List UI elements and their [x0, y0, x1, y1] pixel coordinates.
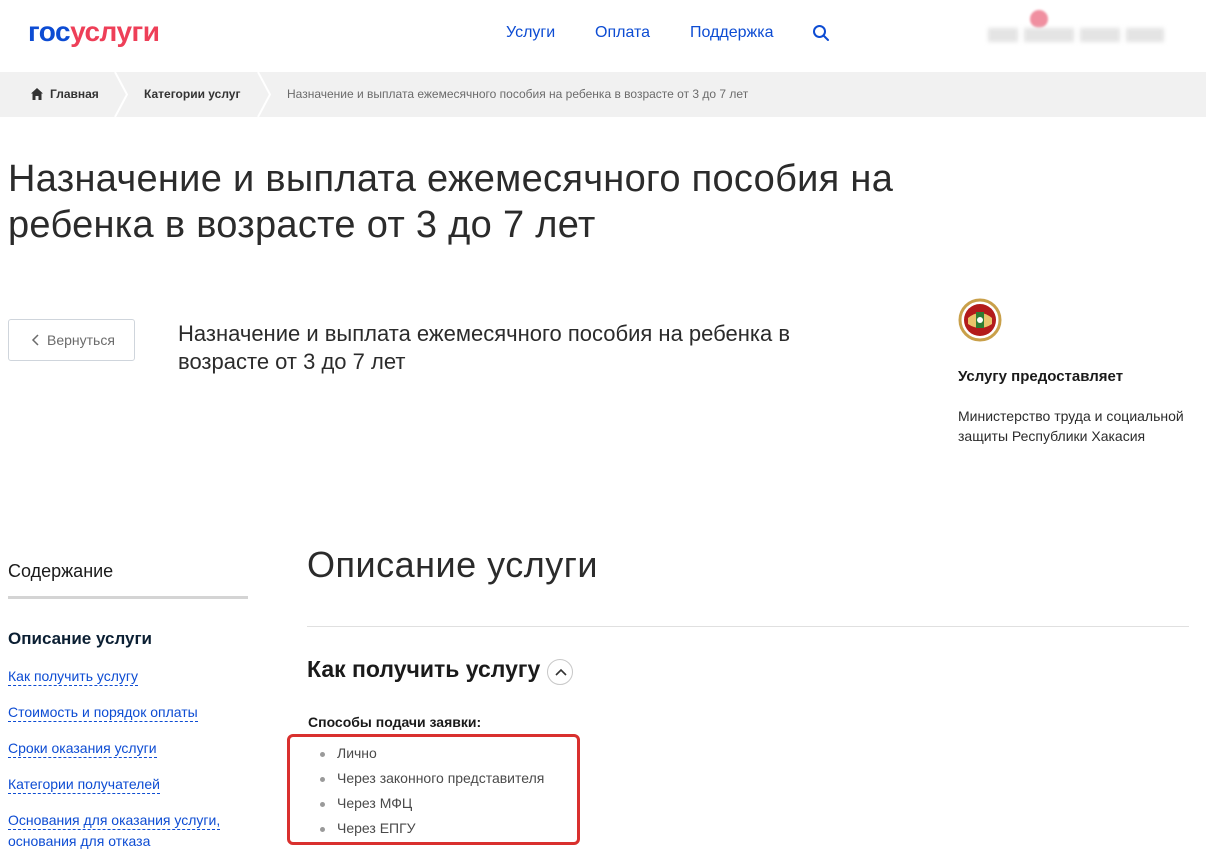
breadcrumb-home[interactable]: Главная [50, 72, 99, 117]
khakassia-emblem-icon [958, 298, 1002, 342]
nav-support[interactable]: Поддержка [690, 24, 773, 42]
chevron-up-icon [555, 668, 567, 676]
breadcrumb: Главная Категории услуг Назначение и вып… [0, 72, 1206, 117]
toc-link-terms[interactable]: Сроки оказания услуги [8, 739, 157, 758]
page-title: Назначение и выплата ежемесячного пособи… [8, 158, 894, 246]
toc-title: Содержание [8, 561, 114, 581]
toc-divider [8, 596, 248, 599]
logo-part-uslugi: услуги [70, 16, 160, 47]
breadcrumb-current: Назначение и выплата ежемесячного пособи… [287, 87, 749, 101]
back-button-label: Вернуться [47, 332, 115, 348]
breadcrumb-categories[interactable]: Категории услуг [144, 72, 240, 117]
toc-link-how-to-get[interactable]: Как получить услугу [8, 667, 139, 686]
subsection-title: Как получить услугу [307, 656, 541, 682]
toc-link-refusal[interactable]: основания для отказа [8, 832, 150, 849]
collapse-toggle-button[interactable] [547, 659, 573, 685]
back-button[interactable]: Вернуться [8, 319, 135, 361]
toc-link-cost[interactable]: Стоимость и порядок оплаты [8, 703, 198, 722]
toc-link-grounds[interactable]: Основания для оказания услуги, [8, 811, 221, 830]
provider-heading: Услугу предоставляет [958, 368, 1124, 385]
nav-payment[interactable]: Оплата [595, 24, 650, 42]
nav-services[interactable]: Услуги [506, 24, 555, 42]
service-title: Назначение и выплата ежемесячного пособи… [178, 321, 791, 374]
avatar [1030, 10, 1048, 28]
toc-item-description[interactable]: Описание услуги [8, 629, 152, 649]
gosuslugi-logo[interactable]: госуслуги [28, 16, 160, 48]
breadcrumb-separator-icon [114, 72, 129, 117]
section-divider [307, 626, 1189, 627]
highlight-annotation-box [287, 734, 580, 845]
section-title: Описание услуги [307, 544, 598, 585]
user-profile-blurred[interactable] [988, 10, 1168, 46]
home-icon [31, 88, 43, 100]
search-icon[interactable] [812, 24, 830, 42]
provider-name: Министерство труда и социальной защиты Р… [958, 408, 1184, 444]
breadcrumb-separator-icon [257, 72, 272, 117]
logo-part-gos: гос [28, 16, 71, 47]
chevron-left-icon [31, 334, 39, 346]
methods-label: Способы подачи заявки: [308, 714, 482, 730]
toc-link-recipients[interactable]: Категории получателей [8, 775, 160, 794]
site-header: госуслуги Услуги Оплата Поддержка [0, 0, 1206, 72]
